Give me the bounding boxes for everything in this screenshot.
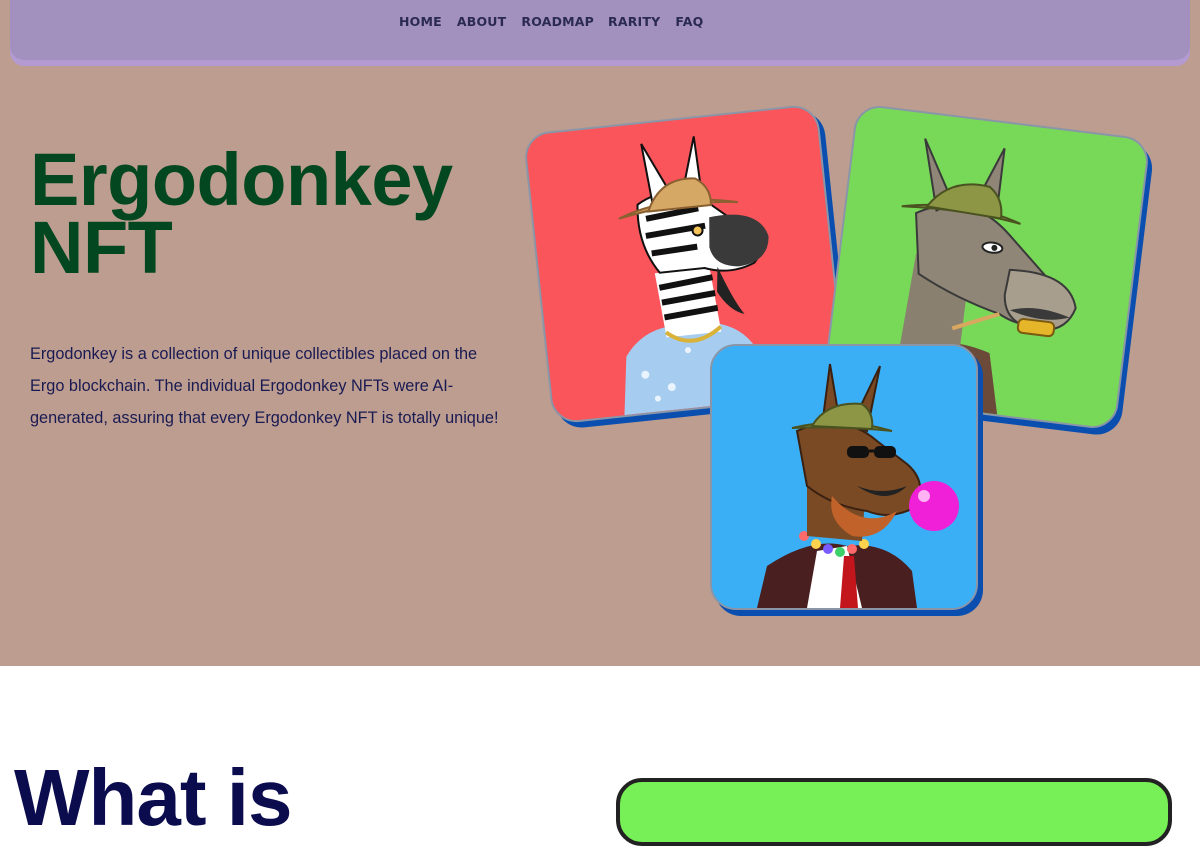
info-panel [616, 778, 1172, 846]
nav-links: HOME ABOUT ROADMAP RARITY FAQ [399, 14, 703, 29]
nav-roadmap-link[interactable]: ROADMAP [521, 14, 594, 29]
nav-faq-link[interactable]: FAQ [675, 14, 703, 29]
hero-title: Ergodonkey NFT [30, 143, 510, 285]
section-title: What is [14, 753, 292, 842]
nav-about-link[interactable]: ABOUT [457, 14, 507, 29]
hero-section: HOME ABOUT ROADMAP RARITY FAQ Ergodonkey… [0, 0, 1200, 666]
nav-rarity-link[interactable]: RARITY [608, 14, 660, 29]
nav-home-link[interactable]: HOME [399, 14, 442, 29]
top-navbar: HOME ABOUT ROADMAP RARITY FAQ [10, 0, 1190, 60]
donkey-blue-nft-card [710, 344, 978, 610]
hero-description: Ergodonkey is a collection of unique col… [30, 345, 499, 427]
donkey-blue-nft-image [712, 346, 976, 608]
hero-title-line2: NFT [30, 206, 173, 289]
